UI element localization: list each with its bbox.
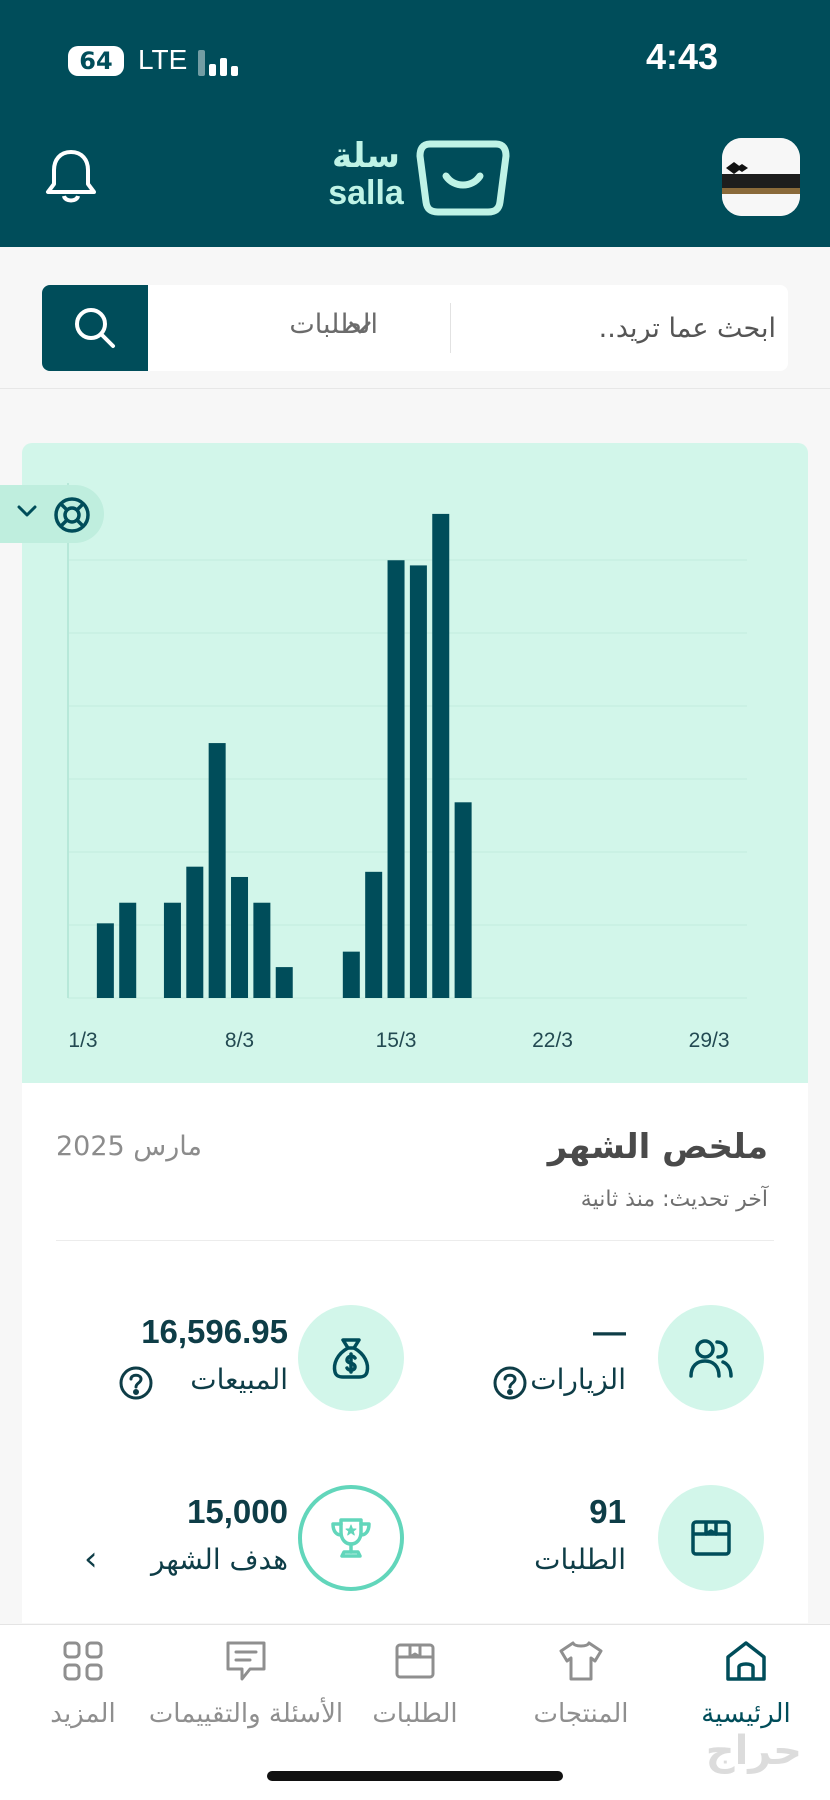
divider	[56, 1240, 774, 1241]
chart-bar-9-3[interactable]	[253, 902, 271, 998]
chart-bar-13-3[interactable]	[342, 951, 360, 998]
chart-bar-8-3[interactable]	[231, 876, 249, 998]
orders-value: 91	[589, 1493, 626, 1530]
salla-logo: سلة salla	[320, 136, 510, 218]
chart-bar-5-3[interactable]	[163, 902, 181, 998]
logo-text-arabic: سلة	[332, 136, 400, 176]
app-screen: 64 LTE 4:43 سلة salla الطلبات ابحث عما ت…	[0, 0, 830, 1800]
x-tick-label: 1/3	[68, 1029, 97, 1052]
trophy-icon	[298, 1485, 404, 1591]
nav-products[interactable]: المنتجات	[516, 1625, 646, 1745]
visits-icon	[658, 1305, 764, 1411]
nav-more-label: المزيد	[50, 1699, 116, 1729]
last-updated-text: آخر تحديث: منذ ثانية	[580, 1187, 768, 1212]
chart-bar-16-3[interactable]	[409, 565, 427, 998]
search-bar: الطلبات	[42, 285, 788, 371]
goal-label[interactable]: هدف الشهر	[88, 1543, 288, 1576]
nav-orders[interactable]: الطلبات	[360, 1625, 470, 1745]
search-button[interactable]	[42, 285, 148, 371]
nav-reviews-label: الأسئلة والتقييمات	[148, 1699, 344, 1729]
help-icon[interactable]	[118, 1365, 154, 1401]
x-tick-label: 29/3	[689, 1029, 730, 1052]
avatar[interactable]	[722, 138, 800, 216]
box-icon	[658, 1485, 764, 1591]
message-icon	[226, 1641, 266, 1681]
chevron-down-icon	[349, 321, 371, 334]
orders-label: الطلبات	[534, 1543, 626, 1576]
nav-home-label: الرئيسية	[701, 1699, 791, 1729]
signal-icon	[198, 48, 242, 76]
visits-label: الزيارات	[530, 1363, 626, 1396]
x-tick-label: 8/3	[225, 1029, 254, 1052]
nav-products-label: المنتجات	[533, 1699, 629, 1729]
shirt-icon	[559, 1641, 603, 1681]
x-tick-label: 22/3	[532, 1029, 573, 1052]
chart-bar-2-3[interactable]	[96, 923, 114, 998]
logo-text-english: salla	[328, 174, 404, 212]
nav-home[interactable]: الرئيسية	[684, 1625, 808, 1745]
home-icon	[726, 1641, 766, 1681]
search-icon	[75, 308, 115, 348]
status-time: 4:43	[645, 36, 718, 77]
money-bag-icon	[298, 1305, 404, 1411]
sales-bar-chart: 1/3 8/3 15/3 22/3 29/3	[67, 483, 747, 1052]
search-section: الطلبات	[0, 247, 830, 389]
chevron-down-icon	[17, 505, 37, 517]
chart-options-toggle[interactable]	[0, 485, 104, 543]
nav-orders-label: الطلبات	[372, 1699, 458, 1729]
help-icon[interactable]	[492, 1365, 528, 1401]
chart-bar-15-3[interactable]	[387, 560, 405, 998]
chart-bar-6-3[interactable]	[186, 866, 204, 998]
chart-bar-7-3[interactable]	[208, 743, 226, 998]
sales-value: 16,596.95	[141, 1313, 288, 1350]
status-bar: 64 LTE 4:43	[0, 0, 830, 120]
search-divider	[450, 303, 451, 353]
goal-value: 15,000	[187, 1493, 288, 1530]
logo-mark-icon	[416, 140, 510, 216]
chart-bar-18-3[interactable]	[454, 802, 472, 998]
summary-title: ملخص الشهر	[547, 1127, 768, 1167]
month-summary-card: ملخص الشهر مارس 2025 آخر تحديث: منذ ثاني…	[22, 1083, 808, 1623]
chart-bar-17-3[interactable]	[432, 513, 450, 998]
chart-bar-14-3[interactable]	[365, 871, 383, 998]
watermark: حراج	[705, 1728, 802, 1774]
bell-icon[interactable]	[44, 148, 98, 206]
grid-icon	[63, 1641, 103, 1681]
chevron-left-icon[interactable]: ‹	[84, 1539, 98, 1579]
nav-more[interactable]: المزيد	[30, 1625, 136, 1745]
chart-bar-3-3[interactable]	[119, 902, 137, 998]
home-indicator	[267, 1771, 563, 1781]
chart-bar-10-3[interactable]	[275, 967, 293, 998]
nav-reviews[interactable]: الأسئلة والتقييمات	[146, 1625, 346, 1745]
network-type: LTE	[138, 44, 188, 75]
box-icon	[395, 1643, 435, 1679]
battery-indicator: 64	[68, 46, 124, 76]
lifebuoy-icon	[54, 497, 90, 533]
visits-value: —	[593, 1313, 626, 1350]
search-category-dropdown[interactable]: الطلبات	[148, 285, 448, 371]
app-header: 64 LTE 4:43 سلة salla	[0, 0, 830, 247]
summary-month: مارس 2025	[56, 1131, 202, 1162]
search-input[interactable]	[454, 285, 776, 371]
x-tick-label: 15/3	[376, 1029, 417, 1052]
